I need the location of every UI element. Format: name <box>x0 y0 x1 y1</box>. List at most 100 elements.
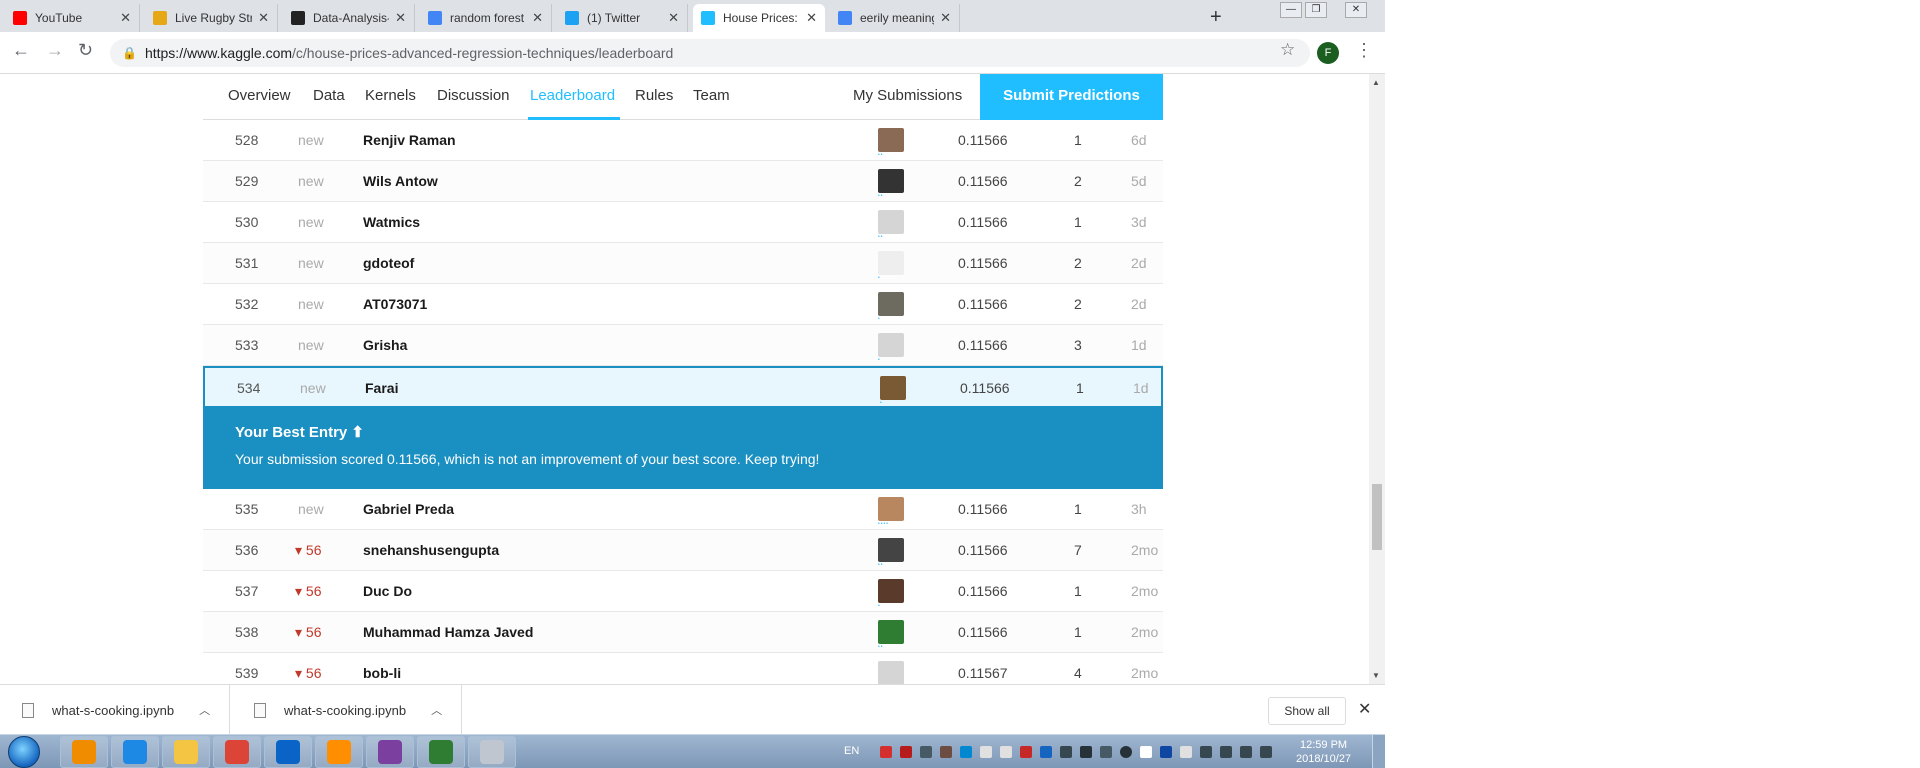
team-name[interactable]: bob-li <box>363 665 401 681</box>
back-arrow-icon[interactable]: ← <box>12 40 30 61</box>
close-downloads-icon[interactable]: ✕ <box>1358 699 1371 719</box>
team-avatar[interactable] <box>880 376 906 400</box>
address-bar[interactable]: 🔒 https://www.kaggle.com/c/house-prices-… <box>110 39 1310 67</box>
my-leaderboard-row[interactable]: 534 new Farai • 0.11566 1 1d <box>203 366 1163 408</box>
nav-overview[interactable]: Overview <box>228 87 291 104</box>
volume-icon[interactable] <box>1240 746 1252 758</box>
team-name[interactable]: Grisha <box>363 337 407 353</box>
tray-app-icon[interactable] <box>1180 746 1192 758</box>
team-name[interactable]: AT073071 <box>363 296 427 312</box>
cloud-icon[interactable] <box>980 746 992 758</box>
team-avatar[interactable] <box>878 661 904 684</box>
close-window-button[interactable]: ✕ <box>1345 2 1367 18</box>
scroll-up-arrow-icon[interactable]: ▲ <box>1372 78 1380 87</box>
browser-tab[interactable]: eerily meaning - Go ✕ <box>830 4 960 32</box>
nav-rules[interactable]: Rules <box>635 87 673 104</box>
team-avatar[interactable] <box>878 620 904 644</box>
show-desktop-button[interactable] <box>1372 735 1385 768</box>
close-tab-icon[interactable]: ✕ <box>668 10 679 26</box>
browser-tab[interactable]: YouTube ✕ <box>5 4 140 32</box>
team-avatar[interactable] <box>878 251 904 275</box>
close-tab-icon[interactable]: ✕ <box>806 10 817 26</box>
taskbar-app-button[interactable] <box>162 736 210 768</box>
tray-app-icon[interactable] <box>1060 746 1072 758</box>
taskbar-app-button[interactable] <box>264 736 312 768</box>
browser-tab[interactable]: Live Rugby Streami ✕ <box>145 4 278 32</box>
taskbar-app-button[interactable] <box>60 736 108 768</box>
network-icon[interactable] <box>1200 746 1212 758</box>
team-name[interactable]: Watmics <box>363 214 420 230</box>
page-scrollbar[interactable]: ▲ ▼ <box>1369 74 1385 684</box>
clock-date[interactable]: 2018/10/27 <box>1296 753 1351 765</box>
close-tab-icon[interactable]: ✕ <box>395 10 406 26</box>
browser-tab[interactable]: random forest - Go ✕ <box>420 4 552 32</box>
my-submissions-link[interactable]: My Submissions <box>853 87 962 104</box>
upload-icon[interactable] <box>1000 746 1012 758</box>
scroll-thumb[interactable] <box>1372 484 1382 550</box>
team-avatar[interactable] <box>878 210 904 234</box>
browser-tab[interactable]: Data-Analysis-Proje ✕ <box>283 4 415 32</box>
team-avatar[interactable] <box>878 333 904 357</box>
leaderboard-row[interactable]: 539▾ 56bob-li•0.1156742mo <box>203 653 1163 684</box>
tray-app-icon[interactable] <box>960 746 972 758</box>
tray-app-icon[interactable] <box>880 746 892 758</box>
leaderboard-row[interactable]: 535 new Gabriel Preda •••• 0.11566 1 3h <box>203 489 1163 530</box>
taskbar-app-button[interactable] <box>417 736 465 768</box>
team-name[interactable]: Farai <box>365 380 398 396</box>
forward-arrow-icon[interactable]: → <box>46 40 64 61</box>
power-icon[interactable] <box>1220 746 1232 758</box>
tray-app-icon[interactable] <box>1100 746 1112 758</box>
leaderboard-row[interactable]: 532 new AT073071 • 0.11566 2 2d <box>203 284 1163 325</box>
download-item[interactable]: what-s-cooking.ipynb ︿ <box>0 685 230 735</box>
browser-tab[interactable]: House Prices: Adva ✕ <box>693 4 825 32</box>
nav-leaderboard[interactable]: Leaderboard <box>530 87 615 104</box>
restore-button[interactable]: ❐ <box>1305 2 1327 18</box>
nav-data[interactable]: Data <box>313 87 345 104</box>
team-avatar[interactable] <box>878 538 904 562</box>
team-avatar[interactable] <box>878 169 904 193</box>
close-tab-icon[interactable]: ✕ <box>940 10 951 26</box>
pdf-icon[interactable] <box>900 746 912 758</box>
team-name[interactable]: Duc Do <box>363 583 412 599</box>
close-tab-icon[interactable]: ✕ <box>258 10 269 26</box>
team-avatar[interactable] <box>878 128 904 152</box>
tray-app-icon[interactable] <box>1140 746 1152 758</box>
team-avatar[interactable] <box>878 292 904 316</box>
close-tab-icon[interactable]: ✕ <box>532 10 543 26</box>
team-name[interactable]: Muhammad Hamza Javed <box>363 624 533 640</box>
chevron-up-icon[interactable]: ︿ <box>431 702 442 718</box>
tray-app-icon[interactable] <box>1080 746 1092 758</box>
tray-app-icon[interactable] <box>940 746 952 758</box>
tray-app-icon[interactable] <box>1040 746 1052 758</box>
taskbar-app-button[interactable] <box>111 736 159 768</box>
team-avatar[interactable] <box>878 497 904 521</box>
leaderboard-row[interactable]: 533 new Grisha • 0.11566 3 1d <box>203 325 1163 366</box>
tray-app-icon[interactable] <box>1120 746 1132 758</box>
bluetooth-icon[interactable] <box>1160 746 1172 758</box>
leaderboard-row[interactable]: 530 new Watmics •• 0.11566 1 3d <box>203 202 1163 243</box>
leaderboard-row[interactable]: 529 new Wils Antow •• 0.11566 2 5d <box>203 161 1163 202</box>
team-name[interactable]: Renjiv Raman <box>363 132 456 148</box>
download-item[interactable]: what-s-cooking.ipynb ︿ <box>232 685 462 735</box>
netflix-icon[interactable] <box>1020 746 1032 758</box>
close-tab-icon[interactable]: ✕ <box>120 10 131 26</box>
submit-predictions-button[interactable]: Submit Predictions <box>980 74 1163 120</box>
taskbar-app-button[interactable] <box>213 736 261 768</box>
tray-app-icon[interactable] <box>920 746 932 758</box>
nav-kernels[interactable]: Kernels <box>365 87 416 104</box>
bookmark-star-icon[interactable]: ☆ <box>1280 40 1295 60</box>
language-indicator[interactable]: EN <box>844 745 859 757</box>
taskbar-app-button[interactable] <box>366 736 414 768</box>
leaderboard-row[interactable]: 536 ▾ 56 snehanshusengupta •• 0.11566 7 2mo <box>203 530 1163 571</box>
leaderboard-row[interactable]: 537 ▾ 56 Duc Do • 0.11566 1 2mo <box>203 571 1163 612</box>
new-tab-button[interactable]: + <box>1210 6 1222 29</box>
start-button[interactable] <box>8 736 40 768</box>
leaderboard-row[interactable]: 531 new gdoteof • 0.11566 2 2d <box>203 243 1163 284</box>
browser-menu-icon[interactable]: ⋮ <box>1355 40 1373 61</box>
minimize-button[interactable]: — <box>1280 2 1302 18</box>
team-avatar[interactable] <box>878 579 904 603</box>
team-name[interactable]: gdoteof <box>363 255 414 271</box>
team-name[interactable]: Wils Antow <box>363 173 438 189</box>
team-name[interactable]: Gabriel Preda <box>363 501 454 517</box>
profile-avatar[interactable]: F <box>1317 42 1339 64</box>
